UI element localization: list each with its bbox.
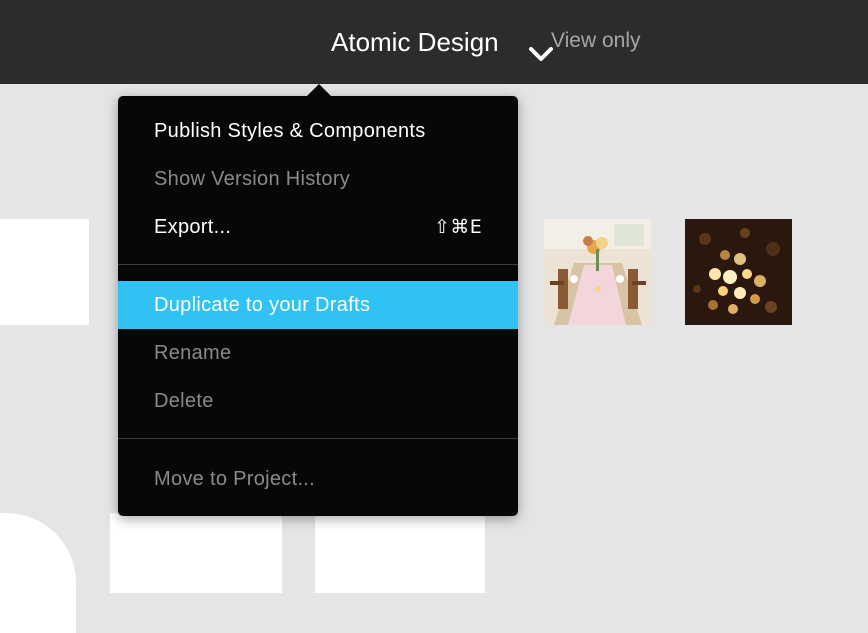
file-title[interactable]: Atomic Design [331,24,499,60]
export-shortcut: ⇧⌘E [434,216,482,238]
canvas-frame-left[interactable] [0,219,89,325]
menu-separator [118,438,518,439]
menu-item-rename[interactable]: Rename [118,329,518,377]
menu-item-duplicate-to-drafts[interactable]: Duplicate to your Drafts [118,281,518,329]
menu-pointer [307,84,331,96]
top-bar: Atomic Design View only [0,0,868,84]
canvas-frame-bottom-1[interactable] [110,513,282,593]
menu-item-export-label: Export... [154,216,232,238]
menu-item-move-to-project[interactable]: Move to Project... [118,455,518,503]
menu-item-delete[interactable]: Delete [118,377,518,425]
menu-item-publish-styles-components[interactable]: Publish Styles & Components [118,107,518,155]
canvas-frame-rounded[interactable] [0,513,76,633]
menu-separator [118,264,518,265]
view-only-label: View only [551,29,641,52]
dining-table-photo[interactable] [544,219,651,325]
menu-item-show-version-history[interactable]: Show Version History [118,155,518,203]
menu-item-export[interactable]: Export... ⇧⌘E [118,203,518,251]
file-context-menu: Publish Styles & Components Show Version… [118,96,518,516]
canvas-frame-bottom-2[interactable] [315,513,485,593]
bokeh-lights-photo[interactable] [685,219,792,325]
